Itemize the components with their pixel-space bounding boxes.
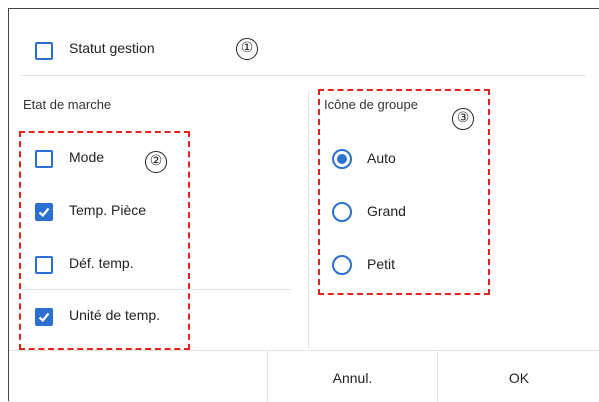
def-temp-label: Déf. temp. xyxy=(69,255,134,271)
unite-temp-label: Unité de temp. xyxy=(69,307,161,323)
divider-footer xyxy=(9,350,599,351)
auto-radio[interactable] xyxy=(332,149,352,169)
cancel-button[interactable]: Annul. xyxy=(268,370,437,386)
mode-checkbox[interactable] xyxy=(35,150,53,168)
grand-radio[interactable] xyxy=(332,202,352,222)
check-icon xyxy=(38,207,50,218)
temp-piece-checkbox[interactable] xyxy=(35,203,53,221)
divider-etat xyxy=(21,289,291,290)
annotation-marker-2: ② xyxy=(145,151,167,173)
annotation-marker-3: ③ xyxy=(452,108,474,130)
temp-piece-label: Temp. Pièce xyxy=(69,202,147,218)
ok-button[interactable]: OK xyxy=(438,370,599,386)
unite-temp-checkbox[interactable] xyxy=(35,308,53,326)
divider-top xyxy=(21,75,586,76)
radio-selected-dot xyxy=(337,154,347,164)
check-icon xyxy=(38,312,50,323)
icone-de-groupe-title: Icône de groupe xyxy=(324,97,418,112)
dialog: Statut gestion ① Etat de marche ② Mode T… xyxy=(8,8,599,402)
column-divider xyxy=(308,91,309,349)
statut-gestion-checkbox[interactable] xyxy=(35,42,53,60)
auto-label: Auto xyxy=(367,150,396,166)
petit-label: Petit xyxy=(367,256,396,272)
grand-label: Grand xyxy=(367,203,406,219)
petit-radio[interactable] xyxy=(332,255,352,275)
annotation-marker-1: ① xyxy=(236,38,258,60)
def-temp-checkbox[interactable] xyxy=(35,256,53,274)
etat-de-marche-title: Etat de marche xyxy=(23,97,112,112)
statut-gestion-label: Statut gestion xyxy=(69,40,155,56)
mode-label: Mode xyxy=(69,149,105,165)
